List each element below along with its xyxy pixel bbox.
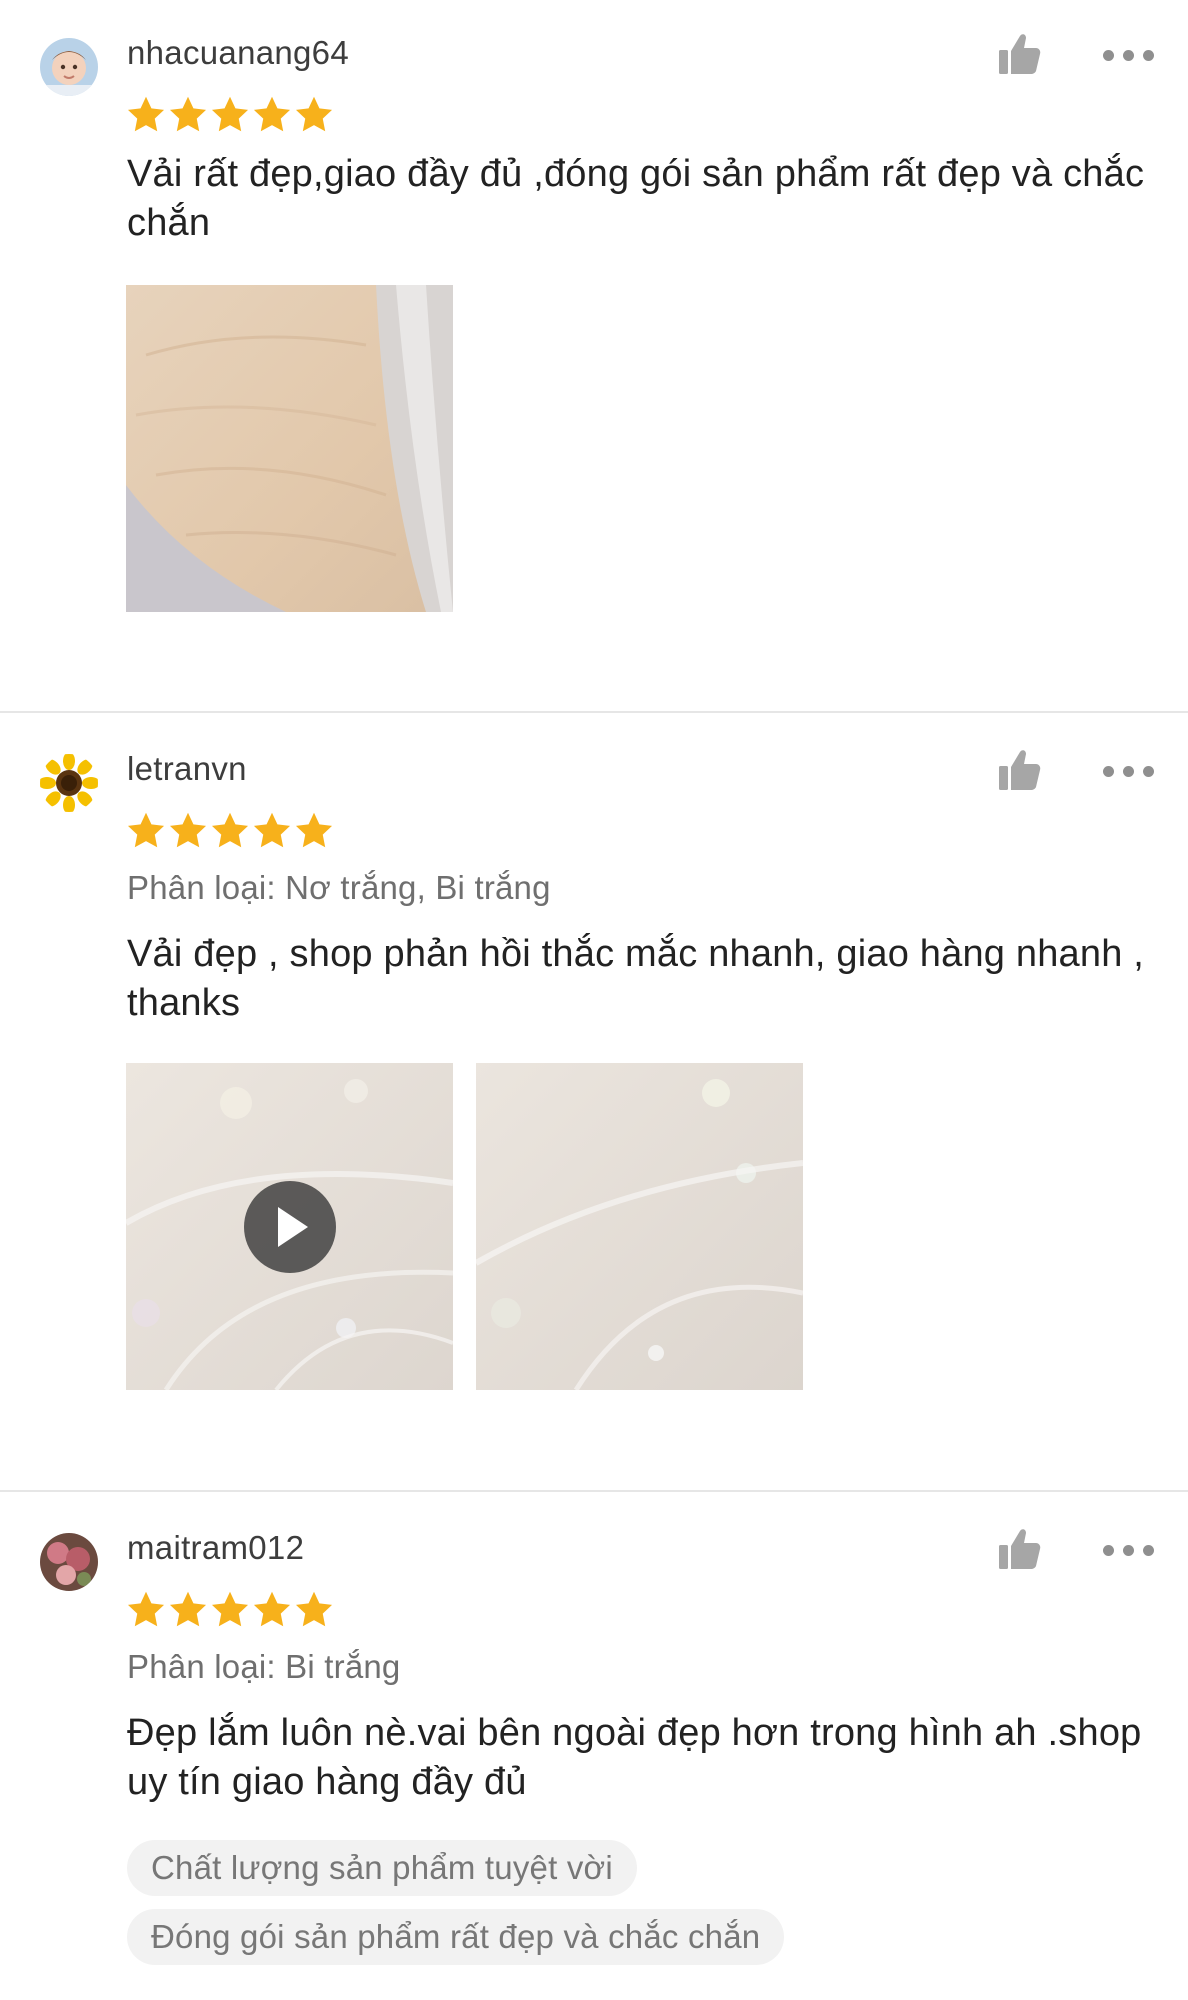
thumbs-up-icon[interactable] [995,1525,1043,1573]
product-variation: Phân loại: Bi trắng [127,1648,401,1685]
review-comment: Vải đẹp , shop phản hồi thắc mắc nhanh, … [127,933,1145,1024]
user-avatar[interactable] [40,754,98,812]
review-card-1: nhacuanang64 Vải rất đẹp,giao đầy đủ ,đó… [0,0,1188,696]
star-icon [166,810,210,852]
star-icon [250,810,294,852]
sunflower-avatar-icon [40,754,98,812]
star-icon [208,94,252,136]
review-card-3: maitram012 Phân loại: Bi trắng Đẹp lắm l… [0,1495,1188,2000]
star-icon [124,1589,168,1631]
review-divider [0,1490,1188,1492]
username[interactable]: letranvn [127,750,247,788]
username[interactable]: nhacuanang64 [127,34,349,72]
more-options-icon[interactable] [1103,762,1155,778]
star-icon [292,1589,336,1631]
baby-photo-avatar-icon [40,38,98,96]
product-variation: Phân loại: Nơ trắng, Bi trắng [127,869,551,906]
more-options-icon[interactable] [1103,1541,1155,1557]
username[interactable]: maitram012 [127,1529,304,1567]
review-divider [0,711,1188,713]
star-icon [166,1589,210,1631]
review-photo[interactable] [476,1063,803,1390]
flowers-photo-avatar-icon [40,1533,98,1591]
star-icon [124,810,168,852]
star-icon [292,94,336,136]
star-icon [124,94,168,136]
star-icon [292,810,336,852]
review-tag: Chất lượng sản phẩm tuyệt vời [127,1840,637,1896]
review-tag: Đóng gói sản phẩm rất đẹp và chắc chắn [127,1909,785,1965]
star-icon [208,1589,252,1631]
thumbs-up-icon[interactable] [995,30,1043,78]
review-video[interactable] [126,1063,453,1390]
review-comment: Vải rất đẹp,giao đầy đủ ,đóng gói sản ph… [127,153,1145,244]
review-comment: Đẹp lắm luôn nè.vai bên ngoài đẹp hơn tr… [127,1712,1142,1803]
star-icon [208,810,252,852]
more-options-icon[interactable] [1103,46,1155,62]
review-photo[interactable] [126,285,453,612]
review-card-2: letranvn Phân loại: Nơ trắng, Bi trắng V… [0,716,1188,1476]
star-icon [250,1589,294,1631]
star-icon [250,94,294,136]
user-avatar[interactable] [40,38,98,96]
play-icon[interactable] [244,1181,336,1273]
thumbs-up-icon[interactable] [995,746,1043,794]
user-avatar[interactable] [40,1533,98,1591]
star-icon [166,94,210,136]
